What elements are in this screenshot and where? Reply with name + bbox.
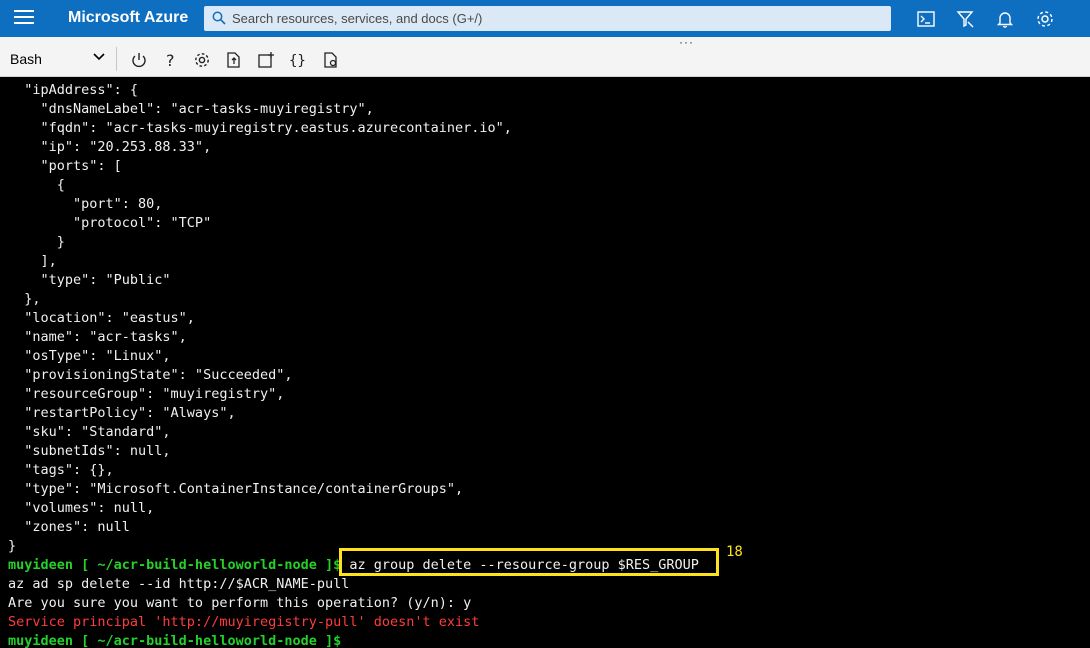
terminal-line: ], — [8, 253, 57, 269]
svg-text:{}: {} — [289, 53, 306, 69]
shell-selected-label: Bash — [10, 51, 42, 67]
web-preview-icon[interactable] — [322, 51, 340, 69]
terminal-line: }, — [8, 291, 41, 307]
json-output: "ipAddress": { "dnsNameLabel": "acr-task… — [8, 81, 1090, 556]
editor-braces-icon[interactable]: {} — [289, 51, 307, 69]
hamburger-menu-icon[interactable] — [14, 10, 34, 26]
settings-icon[interactable] — [193, 51, 211, 69]
terminal-line: "ports": [ — [8, 158, 122, 174]
svg-text:?: ? — [166, 51, 175, 69]
annotation-number: 18 — [726, 544, 743, 560]
terminal-line: "type": "Public" — [8, 272, 171, 288]
terminal-line: "tags": {}, — [8, 462, 114, 478]
terminal-line: "dnsNameLabel": "acr-tasks-muyiregistry"… — [8, 101, 374, 117]
toolbar-divider — [116, 47, 117, 71]
search-input[interactable] — [232, 6, 872, 31]
terminal-line: "volumes": null, — [8, 500, 155, 516]
power-icon[interactable] — [130, 51, 148, 69]
help-icon[interactable]: ? — [162, 51, 180, 69]
terminal-line: "name": "acr-tasks", — [8, 329, 187, 345]
new-session-icon[interactable] — [257, 51, 275, 69]
terminal-line: "restartPolicy": "Always", — [8, 405, 236, 421]
settings-gear-icon[interactable] — [1035, 9, 1055, 29]
shell-toolbar: ··· Bash ? {} — [0, 35, 1090, 77]
prompt: muyideen [ ~/acr-build-helloworld-node ]… — [8, 557, 342, 573]
prompt-2: muyideen [ ~/acr-build-helloworld-node ]… — [8, 633, 342, 648]
azure-top-bar: Microsoft Azure — [0, 0, 1090, 37]
notifications-bell-icon[interactable] — [995, 9, 1015, 29]
error-line: Service principal 'http://muyiregistry-p… — [8, 614, 480, 630]
terminal-line: "port": 80, — [8, 196, 163, 212]
upload-download-icon[interactable] — [225, 51, 243, 69]
output-line: az ad sp delete --id http://$ACR_NAME-pu… — [8, 576, 350, 592]
terminal-line: "location": "eastus", — [8, 310, 195, 326]
terminal-line: "ipAddress": { — [8, 82, 139, 98]
terminal-line: "sku": "Standard", — [8, 424, 171, 440]
highlight-box — [339, 548, 719, 576]
shell-selector[interactable]: Bash — [10, 51, 106, 67]
search-icon — [212, 11, 226, 25]
terminal-line: "protocol": "TCP" — [8, 215, 212, 231]
resize-handle[interactable]: ··· — [679, 35, 694, 49]
terminal-line: { — [8, 177, 65, 193]
terminal-line: } — [8, 234, 65, 250]
search-box[interactable] — [204, 6, 891, 31]
prompt-line: muyideen [ ~/acr-build-helloworld-node ]… — [8, 632, 1090, 648]
brand-title[interactable]: Microsoft Azure — [68, 9, 188, 27]
terminal-line: "subnetIds": null, — [8, 443, 171, 459]
terminal-line: "ip": "20.253.88.33", — [8, 139, 212, 155]
terminal-line: "resourceGroup": "muyiregistry", — [8, 386, 285, 402]
terminal-line: "osType": "Linux", — [8, 348, 171, 364]
directory-filter-icon[interactable] — [955, 9, 975, 29]
terminal-line: "type": "Microsoft.ContainerInstance/con… — [8, 481, 464, 497]
chevron-down-icon — [93, 53, 105, 61]
confirm-line: Are you sure you want to perform this op… — [8, 595, 472, 611]
terminal-line: "zones": null — [8, 519, 130, 535]
cloud-shell-icon[interactable] — [916, 9, 936, 29]
terminal-line: "fqdn": "acr-tasks-muyiregistry.eastus.a… — [8, 120, 512, 136]
terminal-line: "provisioningState": "Succeeded", — [8, 367, 293, 383]
